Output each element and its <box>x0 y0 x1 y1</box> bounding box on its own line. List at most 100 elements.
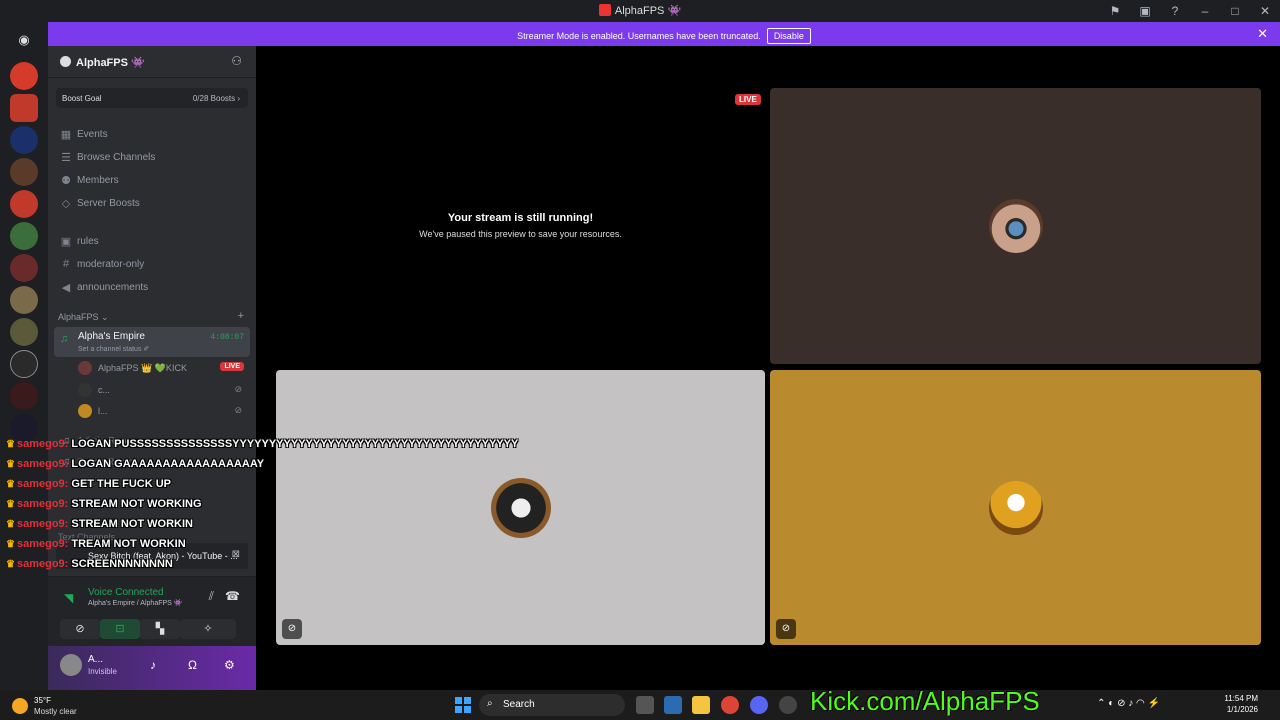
window-titlebar: AlphaFPS 👾 ⚑ ▣ ? – □ ✕ <box>0 0 1280 22</box>
clock-date: 1/1/2026 <box>1226 705 1258 714</box>
members-icon: ⚉ <box>61 175 71 187</box>
activities-button[interactable]: ▚ <box>140 619 180 639</box>
nav-events[interactable]: ▦ Events <box>56 124 248 144</box>
voice-user[interactable]: AlphaFPS 👑 💚KICK LIVE <box>78 359 250 377</box>
chat-text: SCREENNNNNNNN <box>71 558 173 570</box>
crown-icon: ♛ <box>6 559 15 570</box>
search-label: Search <box>503 699 535 710</box>
minimize-icon[interactable]: – <box>1190 4 1220 18</box>
microphone-icon[interactable]: ♪ <box>150 658 156 672</box>
voice-user[interactable]: c... ⊘ <box>78 381 250 399</box>
obs-icon[interactable] <box>779 696 797 714</box>
voice-channel-name: Alpha's Empire <box>78 331 145 342</box>
server-icon[interactable] <box>10 254 38 282</box>
nav-browse-channels[interactable]: ☰ Browse Channels <box>56 147 248 167</box>
stream-paused-subtitle: We've paused this preview to save your r… <box>419 229 622 239</box>
clock[interactable]: 11:54 PM 1/1/2026 <box>1224 693 1258 715</box>
close-window-icon[interactable]: ✕ <box>1250 4 1280 18</box>
chat-text: LOGAN PUSSSSSSSSSSSSSSYYYYYYYYYYYYYYYYYY… <box>71 438 519 450</box>
weather-condition: Mostly clear <box>34 707 77 716</box>
help-icon[interactable]: ? <box>1160 4 1190 18</box>
task-view-icon[interactable] <box>636 696 654 714</box>
disconnect-icon[interactable]: ☎ <box>225 589 240 603</box>
voice-channel-alphas-empire[interactable]: ♫ Alpha's Empire Set a channel status ✐ … <box>54 327 250 357</box>
weather-moon-icon <box>12 698 28 714</box>
inbox-icon[interactable]: ⚑ <box>1100 4 1130 18</box>
crown-icon: ♛ <box>6 539 15 550</box>
chat-text: GET THE FUCK UP <box>71 478 172 490</box>
server-icon[interactable] <box>10 382 38 410</box>
chat-text: STREAM NOT WORKIN <box>71 518 193 530</box>
channel-status[interactable]: Set a channel status ✐ <box>78 345 149 353</box>
chat-user: samego9: <box>16 438 69 450</box>
server-icon[interactable] <box>10 94 38 122</box>
server-icon[interactable] <box>10 318 38 346</box>
chrome-icon[interactable] <box>721 696 739 714</box>
close-banner-icon[interactable]: ✕ <box>1257 26 1268 42</box>
boost-goal[interactable]: Boost Goal 0/28 Boosts › <box>56 88 248 108</box>
crown-icon: ♛ <box>6 439 15 450</box>
discord-taskbar-icon[interactable] <box>750 696 768 714</box>
nav-members[interactable]: ⚉ Members <box>56 170 248 190</box>
voice-location: Alpha's Empire / AlphaFPS 👾 <box>88 600 183 607</box>
server-icon[interactable] <box>10 126 38 154</box>
media-close-icon[interactable]: ⊠ <box>232 549 240 560</box>
invite-people-icon[interactable]: ⚇ <box>231 54 242 68</box>
channel-moderator-only[interactable]: # moderator-only <box>56 254 248 274</box>
user-panel: A... Invisible ♪ Ω ⚙ <box>48 646 256 690</box>
noise-suppression-icon[interactable]: ⫽ <box>209 589 214 604</box>
server-icon[interactable] <box>10 350 38 378</box>
taskbar-search[interactable]: ⌕ Search <box>479 694 625 716</box>
file-explorer-icon[interactable] <box>692 696 710 714</box>
channel-rules[interactable]: ▣ rules <box>56 231 248 251</box>
headphones-icon[interactable]: Ω <box>188 658 197 672</box>
crown-icon: ♛ <box>6 519 15 530</box>
channel-sidebar: AlphaFPS 👾 ⚇ Boost Goal 0/28 Boosts › ▦ E… <box>48 46 256 690</box>
nav-server-boosts[interactable]: ◇ Server Boosts <box>56 193 248 213</box>
disable-button[interactable]: Disable <box>766 28 811 44</box>
settings-gear-icon[interactable]: ⚙ <box>224 658 235 672</box>
user-status: Invisible <box>88 667 117 676</box>
voice-user-name: AlphaFPS 👑 💚KICK <box>98 363 187 373</box>
voice-status[interactable]: Voice Connected <box>88 587 164 598</box>
server-icon[interactable] <box>10 62 38 90</box>
video-tile[interactable]: ⊘ <box>276 370 765 645</box>
channel-announcements[interactable]: ◀ announcements <box>56 277 248 297</box>
avatar <box>78 361 92 375</box>
browse-icon: ☰ <box>61 152 71 164</box>
nav-label: Server Boosts <box>77 198 140 209</box>
video-tile[interactable] <box>770 88 1261 364</box>
screen-share-button[interactable]: ⊡ <box>100 619 140 639</box>
windows-start-icon[interactable] <box>455 697 471 713</box>
boost-count: 0/28 Boosts › <box>192 94 240 103</box>
add-channel-icon[interactable]: + <box>238 310 244 322</box>
category-header[interactable]: AlphaFPS ⌄ <box>58 312 109 323</box>
window-icon[interactable]: ▣ <box>1130 4 1160 18</box>
muted-mic-icon: ⊘ <box>776 619 796 639</box>
window-controls: ⚑ ▣ ? – □ ✕ <box>1100 0 1280 22</box>
calendar-icon: ▦ <box>60 129 72 141</box>
server-icon[interactable] <box>10 158 38 186</box>
voice-user[interactable]: l... ⊘ <box>78 402 250 420</box>
avatar <box>78 383 92 397</box>
windows-taskbar: 35°F Mostly clear ⌕ Search ⌃ ◐ ⊘ ♪ ◠ ⚡ 1… <box>0 690 1280 720</box>
chat-text: TREAM NOT WORKIN <box>71 538 186 550</box>
discord-home-icon[interactable]: ◉ <box>12 28 36 52</box>
clock-time: 11:54 PM <box>1224 694 1258 703</box>
maximize-icon[interactable]: □ <box>1220 4 1250 18</box>
server-icon[interactable] <box>10 190 38 218</box>
avatar[interactable] <box>60 654 82 676</box>
megaphone-icon: ◀ <box>61 282 71 294</box>
streamer-mode-banner: Streamer Mode is enabled. Usernames have… <box>48 22 1280 46</box>
store-icon[interactable] <box>664 696 682 714</box>
crown-icon: ♛ <box>6 459 15 470</box>
camera-off-button[interactable]: ⊘ <box>60 619 100 639</box>
soundboard-button[interactable]: ✧ <box>180 619 236 639</box>
server-header[interactable]: AlphaFPS 👾 ⚇ <box>48 46 256 78</box>
system-tray-icons[interactable]: ⌃ ◐ ⊘ ♪ ◠ ⚡ <box>1097 698 1160 709</box>
signal-icon[interactable]: ◥ <box>64 591 73 605</box>
voice-connection-panel: ◥ Voice Connected Alpha's Empire / Alpha… <box>48 576 256 646</box>
server-icon[interactable] <box>10 222 38 250</box>
video-tile[interactable]: ⊘ <box>770 370 1261 645</box>
server-icon[interactable] <box>10 286 38 314</box>
